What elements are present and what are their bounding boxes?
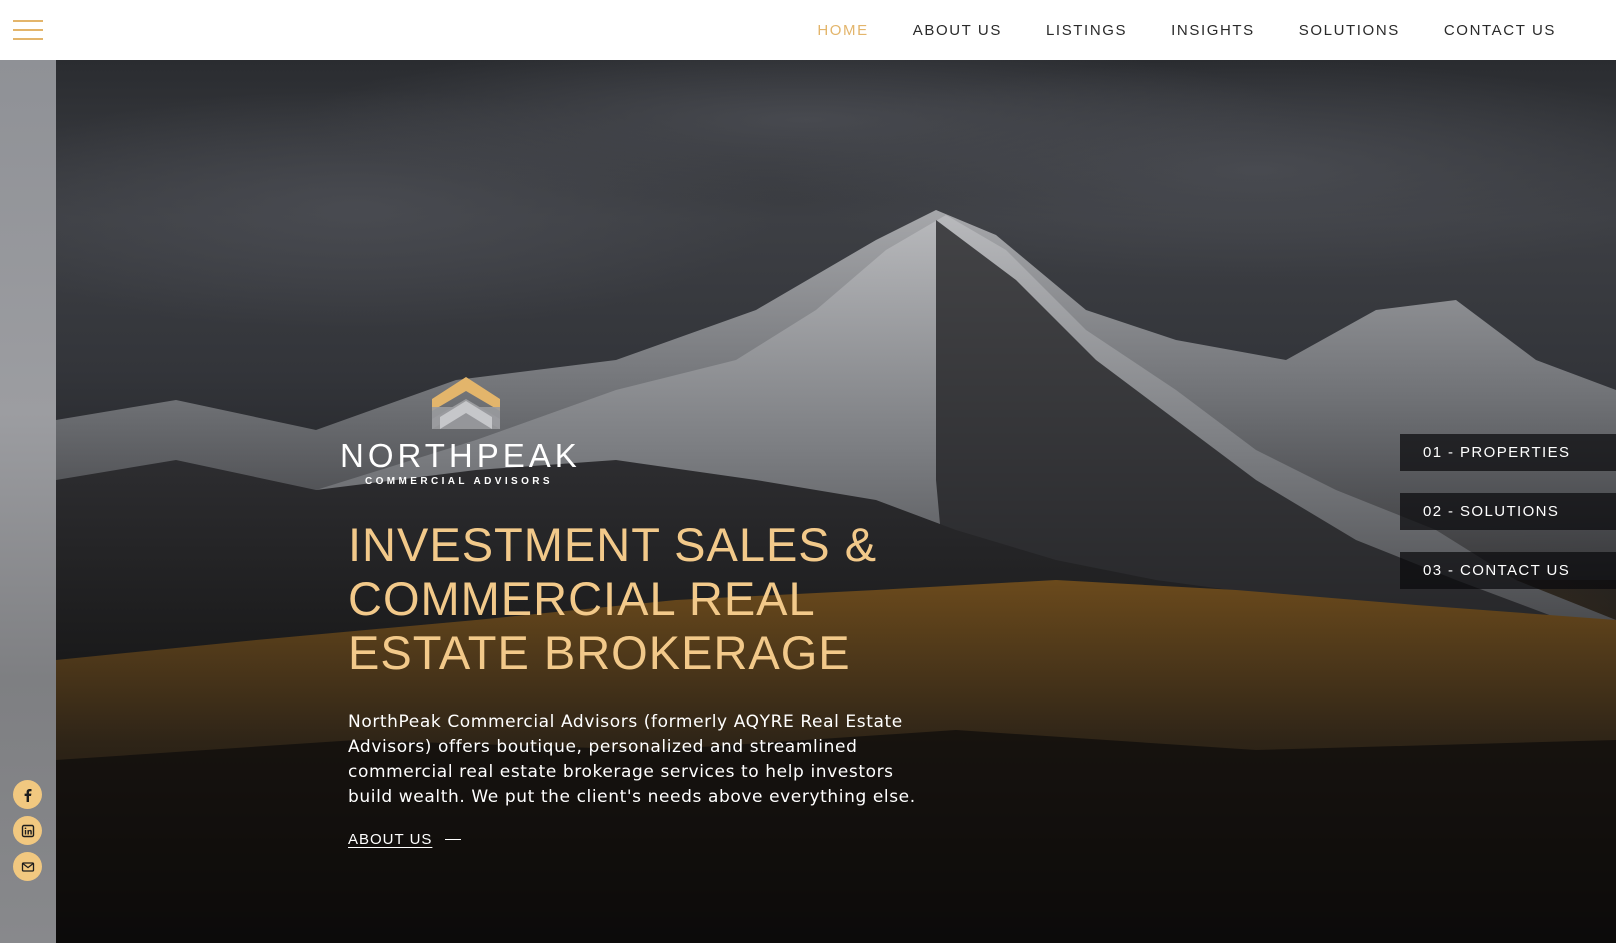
quick-link-label: 03 - CONTACT US — [1423, 562, 1571, 579]
brand-tagline: COMMERCIAL ADVISORS — [365, 476, 553, 487]
quick-link-label: 01 - PROPERTIES — [1423, 444, 1571, 461]
hero-section — [56, 60, 1616, 943]
quick-link-solutions[interactable]: 02 - SOLUTIONS — [1400, 493, 1616, 530]
left-side-strip — [0, 60, 56, 943]
linkedin-icon[interactable] — [13, 816, 42, 845]
site-header: HOME ABOUT US LISTINGS INSIGHTS SOLUTION… — [0, 0, 1616, 60]
nav-about-us[interactable]: ABOUT US — [913, 22, 1002, 39]
nav-home[interactable]: HOME — [817, 22, 868, 39]
hero-headline: INVESTMENT SALES & COMMERCIAL REAL ESTAT… — [348, 518, 968, 680]
email-icon[interactable] — [13, 852, 42, 881]
mountain-background-image — [56, 60, 1616, 943]
about-us-link[interactable]: ABOUT US — [348, 831, 462, 848]
nav-insights[interactable]: INSIGHTS — [1171, 22, 1255, 39]
nav-listings[interactable]: LISTINGS — [1046, 22, 1127, 39]
main-nav: HOME ABOUT US LISTINGS INSIGHTS SOLUTION… — [773, 0, 1556, 60]
quick-link-contact-us[interactable]: 03 - CONTACT US — [1400, 552, 1616, 589]
hamburger-menu-icon[interactable] — [13, 20, 43, 40]
brand-name: NORTHPEAK — [340, 437, 581, 474]
about-us-link-label: ABOUT US — [348, 831, 433, 848]
quick-link-label: 02 - SOLUTIONS — [1423, 503, 1560, 520]
quick-link-properties[interactable]: 01 - PROPERTIES — [1400, 434, 1616, 471]
peak-logo-icon — [432, 377, 500, 429]
dash-icon — [445, 838, 462, 841]
headline-line-1: INVESTMENT SALES & — [348, 518, 878, 571]
headline-line-2: COMMERCIAL REAL — [348, 572, 816, 625]
nav-solutions[interactable]: SOLUTIONS — [1299, 22, 1400, 39]
headline-line-3: ESTATE BROKERAGE — [348, 626, 851, 679]
facebook-icon[interactable] — [13, 780, 42, 809]
hero-description: NorthPeak Commercial Advisors (formerly … — [348, 712, 916, 807]
nav-contact-us[interactable]: CONTACT US — [1444, 22, 1556, 39]
